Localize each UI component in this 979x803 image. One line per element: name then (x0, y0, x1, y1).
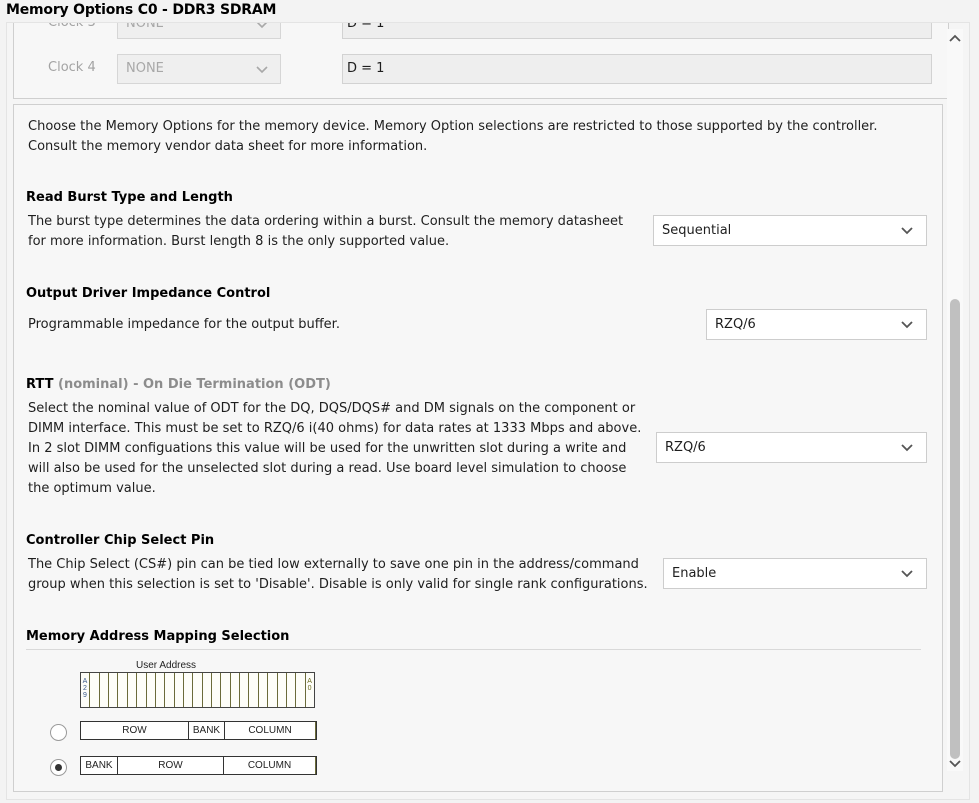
clock-4-select[interactable]: NONE (117, 54, 281, 84)
burst-type-value: Sequential (662, 223, 732, 238)
address-bit-cell (268, 673, 278, 707)
address-bit-cell (90, 673, 100, 707)
address-bit-cell (212, 673, 222, 707)
address-bit-cell (193, 673, 203, 707)
address-bit-cell: A29 (81, 673, 91, 707)
mapping-option-bank-row-column-radio[interactable] (50, 759, 67, 776)
chip-select-dropdown[interactable]: Enable (663, 558, 927, 589)
clock-3-select[interactable]: NONE (117, 23, 281, 39)
mapping-option-row-bank-column: ROW BANK COLUMN (80, 721, 317, 740)
chevron-down-icon (900, 565, 914, 581)
clock-4-select-value: NONE (126, 61, 164, 76)
segment-bank: BANK (81, 757, 118, 774)
clock-group: Clock 3 NONE D = 1 Clock 4 NONE D = 1 (13, 23, 949, 99)
window-title: Memory Options C0 - DDR3 SDRAM (6, 2, 277, 18)
rtt-title-muted: (nominal) - On Die Termination (ODT) (58, 377, 331, 392)
segment-column: COLUMN (225, 722, 316, 739)
segment-row: ROW (118, 757, 224, 774)
mapping-option-bank-row-column: BANK ROW COLUMN (80, 756, 317, 775)
chip-select-value: Enable (672, 566, 717, 581)
chip-select-description: The Chip Select (CS#) pin can be tied lo… (28, 557, 648, 592)
chevron-down-icon (256, 23, 268, 32)
rtt-section-title: RTT (nominal) - On Die Termination (ODT) (26, 377, 331, 392)
rtt-description: Select the nominal value of ODT for the … (28, 401, 642, 496)
chevron-down-icon (900, 222, 914, 238)
mapping-option-row-bank-column-radio[interactable] (50, 724, 67, 741)
chip-select-section-title: Controller Chip Select Pin (26, 533, 215, 548)
address-bit-cell (240, 673, 250, 707)
user-address-bitbar: A29 A0 (80, 672, 315, 708)
user-address-label: User Address (136, 660, 197, 671)
scroll-viewport: Clock 3 NONE D = 1 Clock 4 NONE D = 1 Ch… (6, 22, 970, 800)
impedance-value: RZQ/6 (715, 317, 756, 332)
memory-options-panel: Choose the Memory Options for the memory… (13, 104, 943, 792)
impedance-description: Programmable impedance for the output bu… (28, 317, 340, 332)
intro-text: Choose the Memory Options for the memory… (28, 119, 878, 154)
chevron-down-icon[interactable] (947, 757, 963, 771)
burst-section-title: Read Burst Type and Length (26, 190, 233, 205)
burst-description: The burst type determines the data order… (28, 214, 624, 249)
segment-column: COLUMN (224, 757, 316, 774)
address-bit-cell (128, 673, 138, 707)
address-bit-cell (231, 673, 241, 707)
chevron-up-icon[interactable] (947, 31, 963, 45)
address-bit-cell (184, 673, 194, 707)
address-bit-cell (287, 673, 297, 707)
segment-bank: BANK (189, 722, 225, 739)
address-bit-cell (118, 673, 128, 707)
address-bit-cell (100, 673, 110, 707)
msb-label: A29 (82, 678, 88, 699)
clock-row-3: Clock 3 NONE D = 1 (14, 23, 948, 39)
vertical-scrollbar[interactable] (947, 29, 963, 771)
address-bit-cell: A0 (306, 673, 314, 707)
clock-3-select-value: NONE (126, 23, 164, 31)
lsb-label: A0 (307, 678, 312, 692)
clock-label: Clock 4 (48, 60, 96, 75)
clock-row-4: Clock 4 NONE D = 1 (14, 54, 948, 84)
address-bit-cell (278, 673, 287, 707)
chevron-down-icon (900, 316, 914, 332)
address-bit-cell (165, 673, 175, 707)
address-bit-cell (147, 673, 156, 707)
address-bit-cell (221, 673, 231, 707)
clock-3-value-field[interactable]: D = 1 (342, 23, 932, 39)
mapping-separator (26, 649, 921, 650)
address-bit-cell (175, 673, 184, 707)
scrollbar-thumb[interactable] (950, 299, 960, 759)
rtt-dropdown[interactable]: RZQ/6 (656, 432, 927, 463)
address-bit-cell (259, 673, 269, 707)
impedance-section-title: Output Driver Impedance Control (26, 286, 271, 301)
segment-row: ROW (81, 722, 189, 739)
chevron-down-icon (900, 439, 914, 455)
address-bit-cell (249, 673, 259, 707)
address-bit-cell (296, 673, 306, 707)
address-bit-cell (203, 673, 213, 707)
address-bit-cell (109, 673, 119, 707)
mapping-section-title: Memory Address Mapping Selection (26, 629, 290, 644)
clock-label: Clock 3 (48, 23, 96, 30)
rtt-value: RZQ/6 (665, 440, 706, 455)
address-bit-cell (137, 673, 147, 707)
impedance-dropdown[interactable]: RZQ/6 (706, 309, 927, 340)
burst-type-dropdown[interactable]: Sequential (653, 215, 927, 246)
clock-4-value-field[interactable]: D = 1 (342, 54, 932, 84)
address-bit-cell (156, 673, 166, 707)
chevron-down-icon (256, 61, 268, 77)
rtt-title-bold: RTT (26, 377, 54, 392)
